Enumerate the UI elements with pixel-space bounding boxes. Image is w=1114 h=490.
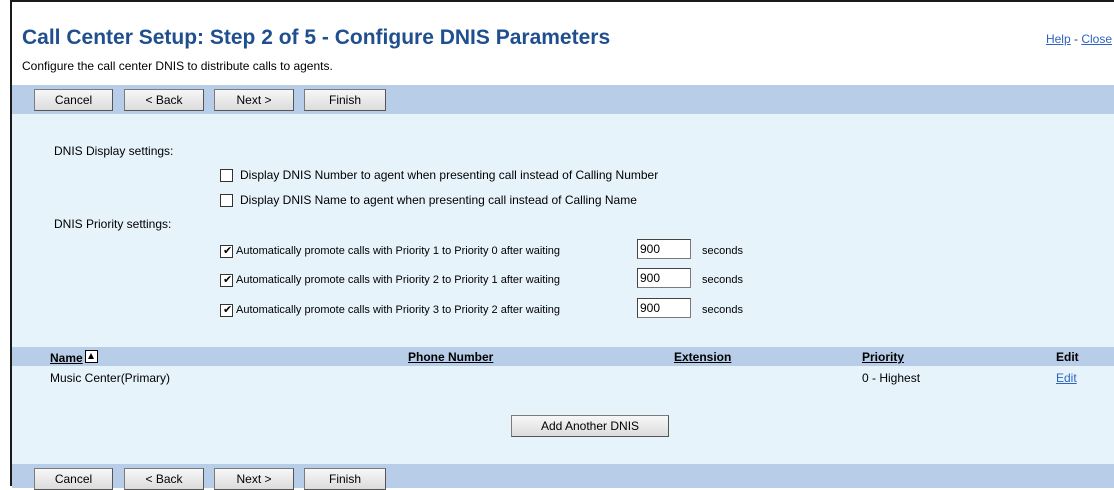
next-button-bottom[interactable]: Next >	[214, 468, 294, 490]
display-name-checkbox[interactable]	[220, 194, 233, 207]
row-edit-cell: Edit	[1056, 371, 1077, 385]
column-header-extension[interactable]: Extension	[674, 350, 731, 364]
bottom-toolbar: Cancel < Back Next > Finish	[12, 464, 1114, 490]
priority-rule-1-label: Automatically promote calls with Priorit…	[236, 245, 561, 257]
priority-rule-1-seconds-input[interactable]	[637, 239, 691, 259]
priority-rule-2-label: Automatically promote calls with Priorit…	[236, 274, 561, 286]
edit-link[interactable]: Edit	[1056, 371, 1077, 385]
close-link[interactable]: Close	[1081, 32, 1112, 46]
back-button-bottom[interactable]: < Back	[124, 468, 204, 490]
display-number-label: Display DNIS Number to agent when presen…	[240, 168, 659, 182]
column-header-edit: Edit	[1056, 350, 1079, 364]
sort-ascending-icon[interactable]	[84, 350, 98, 363]
cancel-button[interactable]: Cancel	[34, 89, 113, 111]
column-header-name[interactable]: Name	[50, 350, 98, 365]
next-button[interactable]: Next >	[214, 89, 294, 111]
priority-rule-3-label: Automatically promote calls with Priorit…	[236, 304, 561, 316]
header-links: Help - Close	[1046, 32, 1112, 46]
settings-panel: DNIS Display settings: Display DNIS Numb…	[12, 114, 1114, 464]
priority-rule-2-seconds-input[interactable]	[637, 268, 691, 288]
checkmark-icon: ✔	[223, 245, 233, 257]
cancel-button-bottom[interactable]: Cancel	[34, 468, 113, 490]
column-header-priority[interactable]: Priority	[862, 350, 904, 364]
priority-rule-3-seconds-input[interactable]	[637, 298, 691, 318]
checkmark-icon: ✔	[223, 304, 233, 316]
finish-button[interactable]: Finish	[304, 89, 386, 111]
back-button[interactable]: < Back	[124, 89, 204, 111]
priority-rule-3-checkbox[interactable]: ✔	[220, 304, 233, 317]
finish-button-bottom[interactable]: Finish	[304, 468, 386, 490]
add-another-dnis-button[interactable]: Add Another DNIS	[511, 415, 669, 437]
column-header-name-label: Name	[50, 351, 83, 365]
display-number-checkbox[interactable]	[220, 169, 233, 182]
display-settings-label: DNIS Display settings:	[54, 144, 174, 158]
page-subtitle: Configure the call center DNIS to distri…	[22, 59, 333, 73]
priority-rule-1-checkbox[interactable]: ✔	[220, 245, 233, 258]
help-link[interactable]: Help	[1046, 32, 1071, 46]
link-separator: -	[1070, 32, 1082, 46]
priority-settings-label: DNIS Priority settings:	[54, 217, 172, 231]
row-name-cell: Music Center(Primary)	[50, 371, 171, 385]
column-header-phone-number[interactable]: Phone Number	[408, 350, 493, 364]
priority-rule-3-unit: seconds	[702, 304, 743, 316]
top-toolbar: Cancel < Back Next > Finish	[12, 85, 1114, 114]
priority-rule-2-unit: seconds	[702, 274, 743, 286]
dnis-table-header: Name Phone Number Extension Priority Edi…	[12, 347, 1114, 366]
display-name-label: Display DNIS Name to agent when presenti…	[240, 193, 637, 207]
page-title: Call Center Setup: Step 2 of 5 - Configu…	[22, 26, 611, 49]
priority-rule-1-unit: seconds	[702, 245, 743, 257]
priority-rule-2-checkbox[interactable]: ✔	[220, 274, 233, 287]
row-priority-cell: 0 - Highest	[862, 371, 921, 385]
checkmark-icon: ✔	[223, 274, 233, 286]
page-frame: Call Center Setup: Step 2 of 5 - Configu…	[10, 0, 1114, 490]
